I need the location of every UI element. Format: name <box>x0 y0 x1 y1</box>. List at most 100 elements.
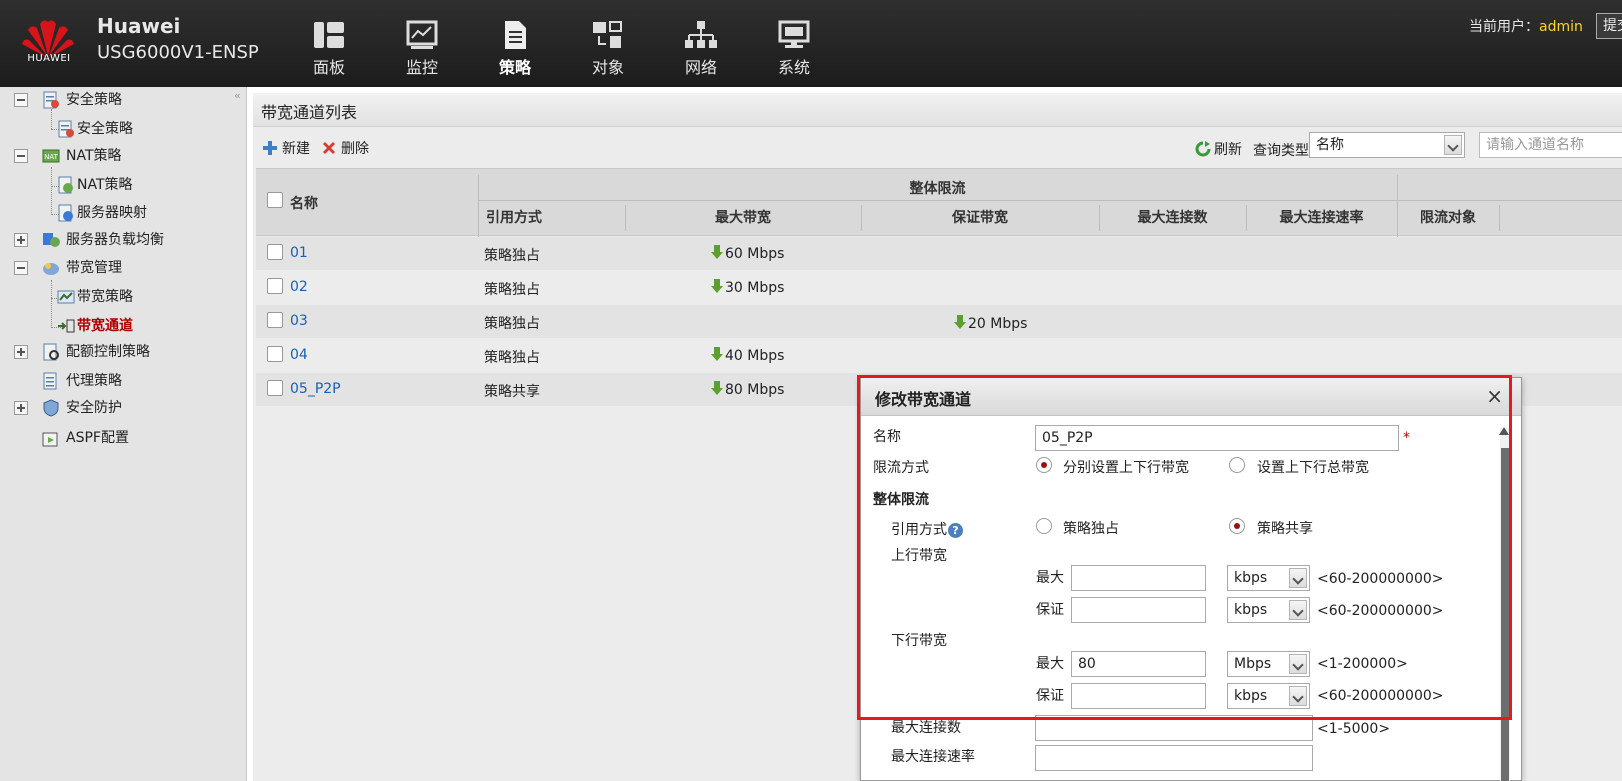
tree-node-bandwidth-management[interactable]: 带宽管理 <box>0 257 230 279</box>
refresh-label: 刷新 <box>1214 142 1242 158</box>
collapse-toggle-icon[interactable] <box>14 261 28 275</box>
delete-button[interactable]: 删除 <box>321 139 369 159</box>
channel-name-input[interactable]: 05_P2P <box>1035 425 1399 451</box>
down-max-range-hint: <1-200000> <box>1317 656 1408 672</box>
ref-mode-exclusive-label: 策略独占 <box>1063 521 1119 537</box>
up-guarantee-input[interactable] <box>1071 597 1206 623</box>
close-icon[interactable]: × <box>1486 384 1503 408</box>
current-user-name: admin <box>1539 19 1583 35</box>
query-type-label: 查询类型 <box>1253 143 1309 159</box>
max-connections-label: 最大连接数 <box>891 720 961 736</box>
max-bandwidth-cell: 40 Mbps <box>711 347 784 364</box>
expand-toggle-icon[interactable] <box>14 345 28 359</box>
new-button-label: 新建 <box>282 141 310 157</box>
server-mapping-icon <box>58 204 73 222</box>
tree-node-server-mapping[interactable]: 服务器映射 <box>0 202 230 224</box>
max-bandwidth-value: 30 Mbps <box>725 280 785 296</box>
security-policy-icon <box>58 120 74 138</box>
channel-name-link[interactable]: 03 <box>290 313 308 329</box>
guaranteed-bandwidth-value: 20 Mbps <box>968 316 1028 332</box>
channel-name-link[interactable]: 04 <box>290 347 308 363</box>
limit-mode-total-radio[interactable] <box>1229 457 1245 473</box>
tree-label: NAT策略 <box>66 148 122 164</box>
up-max-unit-select[interactable]: kbps <box>1227 565 1310 591</box>
ref-mode-exclusive-radio[interactable] <box>1036 518 1052 534</box>
required-marker: * <box>1403 430 1410 446</box>
column-header-max-bandwidth: 最大带宽 <box>715 210 771 226</box>
tree-label: 带宽通道 <box>77 318 133 334</box>
header-divider <box>478 200 1622 201</box>
table-row[interactable]: 03 策略独占 20 Mbps <box>256 305 1622 338</box>
max-connection-rate-input[interactable] <box>1035 745 1313 771</box>
down-max-unit-select[interactable]: Mbps <box>1227 651 1310 677</box>
query-type-select[interactable]: 名称 <box>1309 132 1465 158</box>
collapse-sidebar-icon[interactable]: « <box>234 89 241 102</box>
nav-network[interactable]: 网络 <box>669 20 733 80</box>
nav-label-network: 网络 <box>684 58 717 77</box>
tree-label: ASPF配置 <box>66 430 129 446</box>
nav-dashboard[interactable]: 面板 <box>297 20 361 80</box>
up-guarantee-label: 保证 <box>1036 602 1064 618</box>
tree-node-bandwidth-channel[interactable]: 带宽通道 <box>0 315 230 337</box>
nav-object[interactable]: 对象 <box>576 20 640 80</box>
row-checkbox[interactable] <box>267 278 283 294</box>
ref-mode-cell: 策略独占 <box>484 350 540 366</box>
tree-node-nat-policy[interactable]: NAT策略 <box>0 174 230 196</box>
max-bandwidth-cell: 60 Mbps <box>711 245 784 262</box>
collapse-toggle-icon[interactable] <box>14 149 28 163</box>
channel-name-link[interactable]: 01 <box>290 245 308 261</box>
expand-toggle-icon[interactable] <box>14 233 28 247</box>
refresh-button[interactable]: 刷新 <box>1195 139 1242 159</box>
ref-mode-shared-radio[interactable] <box>1229 518 1245 534</box>
nav-monitor[interactable]: 监控 <box>390 20 454 80</box>
row-checkbox[interactable] <box>267 244 283 260</box>
tree-node-aspf[interactable]: ASPF配置 <box>0 427 230 449</box>
channel-name-link[interactable]: 05_P2P <box>290 381 341 397</box>
down-max-input[interactable]: 80 <box>1071 651 1206 677</box>
down-guarantee-unit-value: kbps <box>1234 688 1268 704</box>
channel-name-link[interactable]: 02 <box>290 279 308 295</box>
row-checkbox[interactable] <box>267 346 283 362</box>
help-icon[interactable]: ? <box>948 523 963 538</box>
expand-toggle-icon[interactable] <box>14 401 28 415</box>
tree-node-security-protection[interactable]: 安全防护 <box>0 397 230 419</box>
down-guarantee-unit-select[interactable]: kbps <box>1227 683 1310 709</box>
select-all-checkbox[interactable] <box>267 192 283 208</box>
tree-node-security-policy-group[interactable]: 安全策略 <box>0 89 230 111</box>
tree-node-security-policy[interactable]: 安全策略 <box>0 118 230 140</box>
tree-node-bandwidth-policy[interactable]: 带宽策略 <box>0 286 230 308</box>
nav-system[interactable]: 系统 <box>762 20 826 80</box>
table-row[interactable]: 01 策略独占 60 Mbps <box>256 237 1622 270</box>
collapse-toggle-icon[interactable] <box>14 93 28 107</box>
down-guarantee-label: 保证 <box>1036 688 1064 704</box>
table-row[interactable]: 02 策略独占 30 Mbps <box>256 271 1622 304</box>
column-header-max-connection-rate: 最大连接速率 <box>1279 210 1364 226</box>
tree-label: 带宽策略 <box>77 289 133 305</box>
channel-search-input[interactable]: 请输入通道名称 <box>1479 132 1622 158</box>
chevron-down-icon <box>1289 600 1307 620</box>
bandwidth-channel-icon <box>58 319 75 333</box>
dialog-scrollbar-thumb[interactable] <box>1501 448 1509 781</box>
max-connections-input[interactable] <box>1035 715 1313 741</box>
tree-node-proxy-policy[interactable]: 代理策略 <box>0 370 230 392</box>
table-row[interactable]: 04 策略独占 40 Mbps <box>256 339 1622 372</box>
down-guarantee-input[interactable] <box>1071 683 1206 709</box>
row-checkbox[interactable] <box>267 380 283 396</box>
tree-node-nat-policy-group[interactable]: NAT NAT策略 <box>0 145 230 167</box>
ref-mode-label: 引用方式? <box>891 519 963 539</box>
nav-policy[interactable]: 策略 <box>483 20 547 80</box>
up-guarantee-unit-select[interactable]: kbps <box>1227 597 1310 623</box>
chevron-down-icon <box>1289 686 1307 706</box>
max-connections-range-hint: <1-5000> <box>1317 721 1391 737</box>
tree-node-load-balancing[interactable]: 服务器负载均衡 <box>0 229 230 251</box>
ref-mode-label-text: 引用方式 <box>891 522 947 538</box>
tree-node-quota-control[interactable]: 配额控制策略 <box>0 341 230 363</box>
new-button[interactable]: 新建 <box>262 139 310 159</box>
scroll-up-arrow-icon[interactable] <box>1499 427 1509 435</box>
tree-label: 配额控制策略 <box>66 344 150 360</box>
limit-mode-separate-radio[interactable] <box>1036 457 1052 473</box>
row-checkbox[interactable] <box>267 312 283 328</box>
nav-label-system: 系统 <box>777 58 810 77</box>
up-max-input[interactable] <box>1071 565 1206 591</box>
submit-button[interactable]: 提交 <box>1596 13 1622 39</box>
